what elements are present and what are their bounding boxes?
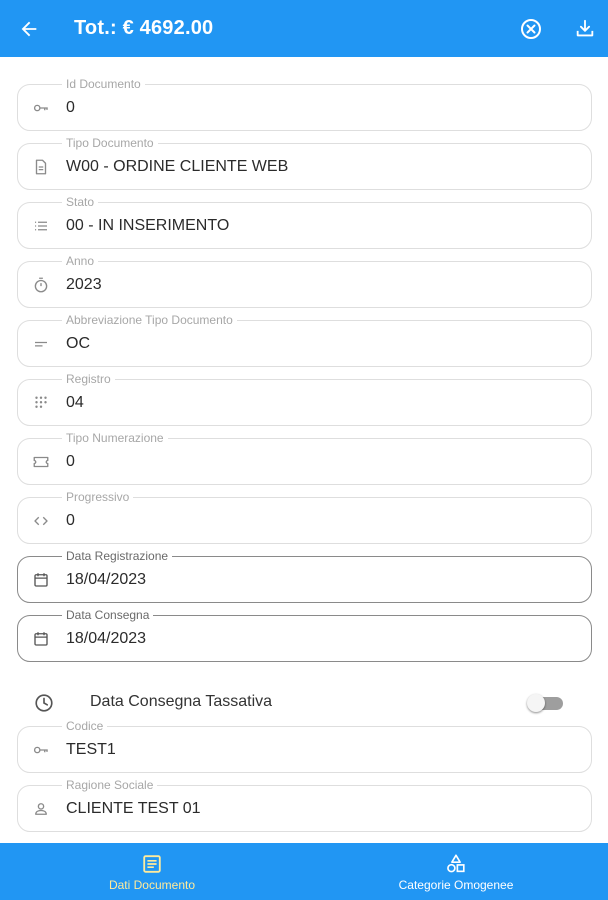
field-value: CLIENTE TEST 01 — [66, 800, 201, 817]
field-label: Tipo Documento — [62, 135, 158, 151]
field-label: Stato — [62, 194, 99, 210]
progressivo-field[interactable]: Progressivo 0 — [17, 489, 592, 544]
timer-icon — [34, 277, 48, 293]
document-form: Id Documento 0 Tipo Documento W00 - ORDI… — [0, 57, 608, 843]
bottom-navigation: Dati Documento Categorie Omogenee — [0, 843, 608, 900]
short-text-icon — [35, 341, 47, 347]
field-value: 18/04/2023 — [66, 571, 147, 588]
document-icon — [35, 159, 47, 175]
field-value: OC — [66, 335, 90, 352]
field-value: W00 - ORDINE CLIENTE WEB — [66, 158, 289, 175]
list-icon — [35, 221, 47, 231]
switch-thumb — [527, 694, 545, 712]
back-button[interactable] — [14, 14, 44, 44]
calendar-icon — [34, 573, 48, 587]
arrow-back-icon — [21, 21, 37, 37]
field-label: Abbreviazione Tipo Documento — [62, 312, 237, 328]
tipo-numerazione-field[interactable]: Tipo Numerazione 0 — [17, 430, 592, 485]
registro-field[interactable]: Registro 04 — [17, 371, 592, 426]
field-label: Id Documento — [62, 76, 145, 92]
tab-dati-documento[interactable]: Dati Documento — [0, 843, 304, 900]
field-value: 00 - IN INSERIMENTO — [66, 217, 230, 234]
person-icon — [35, 803, 47, 815]
calendar-icon — [34, 632, 48, 646]
field-label: Data Registrazione — [62, 548, 173, 564]
field-value: TEST1 — [66, 741, 116, 758]
field-label: Ragione Sociale — [62, 777, 158, 793]
stato-field[interactable]: Stato 00 - IN INSERIMENTO — [17, 194, 592, 249]
tab-categorie-omogenee[interactable]: Categorie Omogenee — [304, 843, 608, 900]
code-icon — [34, 516, 48, 526]
cancel-button[interactable] — [516, 14, 546, 44]
abbreviazione-field[interactable]: Abbreviazione Tipo Documento OC — [17, 312, 592, 367]
cancel-circle-icon — [521, 19, 541, 39]
clock-icon — [35, 694, 53, 712]
tab-label: Dati Documento — [108, 878, 196, 892]
field-label: Data Consegna — [62, 607, 154, 623]
field-value: 04 — [66, 394, 84, 411]
field-label: Tipo Numerazione — [62, 430, 168, 446]
field-value: 0 — [66, 99, 75, 116]
codice-field[interactable]: Codice TEST1 — [17, 718, 592, 773]
field-label: Progressivo — [62, 489, 134, 505]
ticket-icon — [33, 456, 49, 468]
toggle-label: Data Consegna Tassativa — [90, 693, 273, 710]
app-bar: Tot.: € 4692.00 — [0, 0, 608, 57]
tab-label: Categorie Omogenee — [398, 878, 514, 892]
field-value: 18/04/2023 — [66, 630, 147, 647]
tipo-documento-field[interactable]: Tipo Documento W00 - ORDINE CLIENTE WEB — [17, 135, 592, 190]
page-title: Tot.: € 4692.00 — [74, 17, 214, 39]
download-button[interactable] — [570, 14, 600, 44]
field-label: Registro — [62, 371, 115, 387]
field-value: 0 — [66, 453, 75, 470]
id-documento-field[interactable]: Id Documento 0 — [17, 76, 592, 131]
ragione-sociale-field[interactable]: Ragione Sociale CLIENTE TEST 01 — [17, 777, 592, 832]
field-value: 2023 — [66, 276, 102, 293]
category-shapes-icon — [447, 854, 465, 873]
data-registrazione-field[interactable]: Data Registrazione 18/04/2023 — [17, 548, 592, 603]
dialpad-icon — [35, 396, 47, 408]
field-label: Codice — [62, 718, 108, 734]
field-value: 0 — [66, 512, 75, 529]
data-consegna-tassativa-switch[interactable] — [527, 694, 563, 712]
download-icon — [576, 19, 594, 37]
key-icon — [33, 104, 48, 112]
field-label: Anno — [62, 253, 99, 269]
data-consegna-field[interactable]: Data Consegna 18/04/2023 — [17, 607, 592, 662]
anno-field[interactable]: Anno 2023 — [17, 253, 592, 308]
article-icon — [143, 855, 161, 873]
key-icon — [33, 746, 48, 754]
